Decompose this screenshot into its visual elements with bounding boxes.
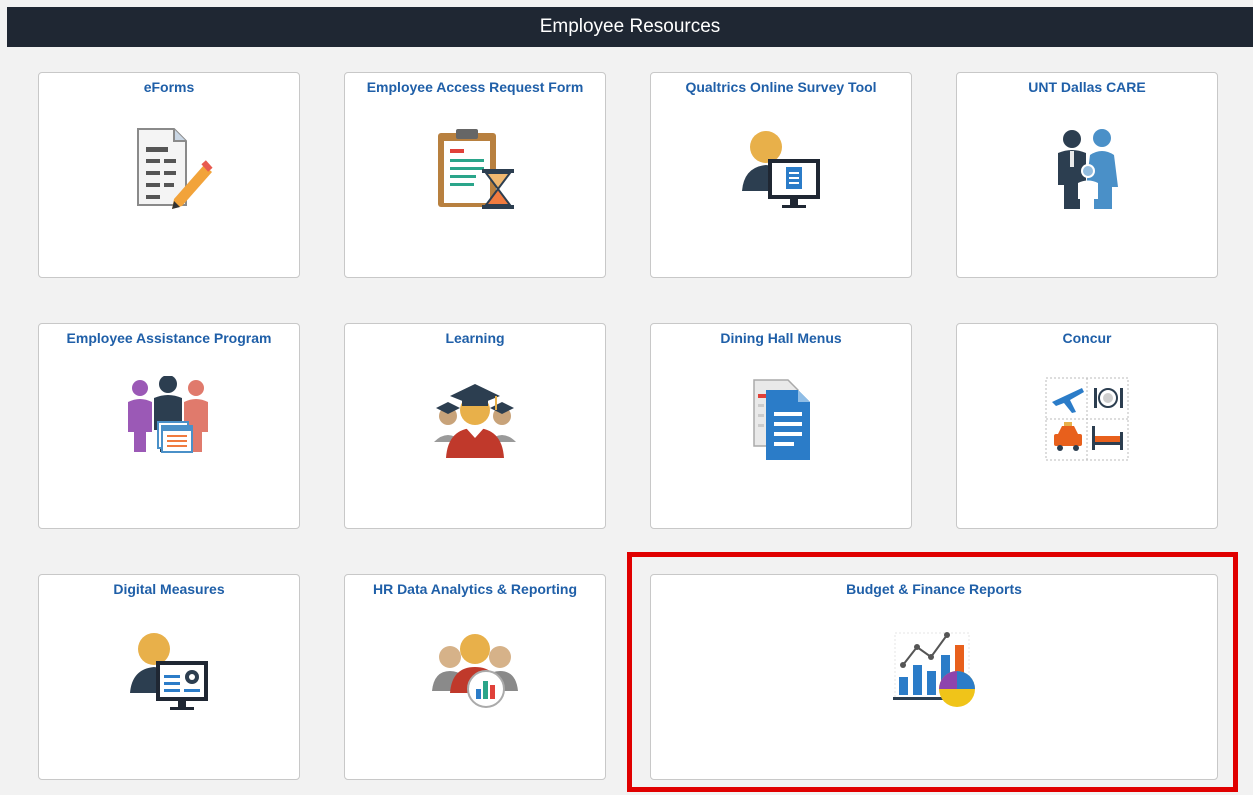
people-analytics-icon — [430, 627, 520, 718]
tile-digital-measures[interactable]: Digital Measures — [38, 574, 300, 780]
tile-title: Learning — [445, 330, 505, 346]
tile-title: Employee Access Request Form — [366, 79, 584, 95]
tile-qualtrics-online-survey-tool[interactable]: Qualtrics Online Survey Tool — [650, 72, 912, 278]
tile-title: Employee Assistance Program — [66, 330, 272, 346]
page-title: Employee Resources — [539, 16, 721, 37]
tile-budget-finance-reports[interactable]: Budget & Finance Reports — [650, 574, 1218, 780]
tile-title: eForms — [143, 79, 195, 95]
tile-title: UNT Dallas CARE — [1028, 79, 1146, 95]
tile-title: Qualtrics Online Survey Tool — [685, 79, 877, 95]
charts-report-icon — [889, 627, 979, 718]
tile-employee-access-request-form[interactable]: Employee Access Request Form — [344, 72, 606, 278]
tile-learning[interactable]: Learning — [344, 323, 606, 529]
people-form-icon — [124, 375, 214, 467]
graduates-icon — [430, 376, 520, 467]
document-pencil-icon — [124, 125, 214, 216]
tile-hr-data-analytics-reporting[interactable]: HR Data Analytics & Reporting — [344, 574, 606, 780]
menu-documents-icon — [736, 376, 826, 467]
tile-employee-assistance-program[interactable]: Employee Assistance Program — [38, 323, 300, 529]
person-monitor-settings-icon — [124, 627, 214, 718]
clipboard-hourglass-icon — [430, 125, 520, 216]
tile-unt-dallas-care[interactable]: UNT Dallas CARE — [956, 72, 1218, 278]
tile-dining-hall-menus[interactable]: Dining Hall Menus — [650, 323, 912, 529]
tile-title: Digital Measures — [113, 581, 225, 597]
tile-concur[interactable]: Concur — [956, 323, 1218, 529]
tile-title: Concur — [1062, 330, 1112, 346]
person-monitor-survey-icon — [736, 125, 826, 216]
tile-title: HR Data Analytics & Reporting — [372, 581, 578, 597]
page-header: Employee Resources — [7, 7, 1253, 47]
tile-eforms[interactable]: eForms — [38, 72, 300, 278]
family-icon — [1042, 125, 1132, 216]
tile-title: Dining Hall Menus — [720, 330, 842, 346]
travel-expense-icon — [1042, 376, 1132, 467]
tile-title: Budget & Finance Reports — [846, 581, 1022, 597]
